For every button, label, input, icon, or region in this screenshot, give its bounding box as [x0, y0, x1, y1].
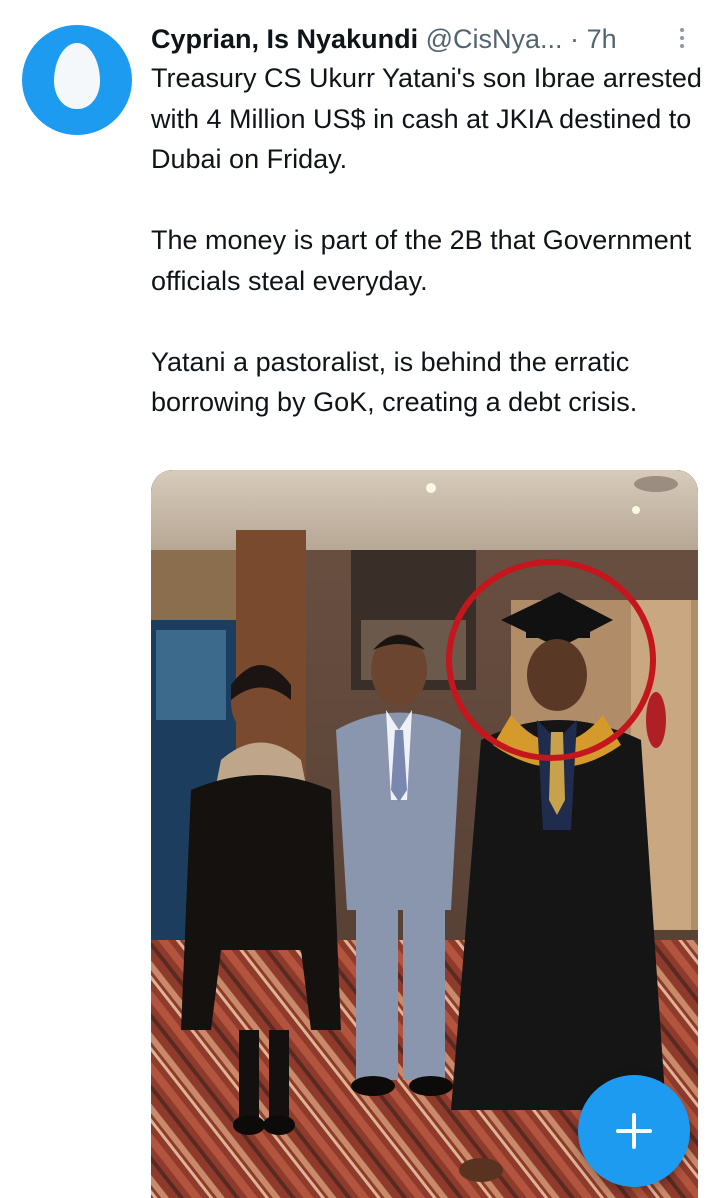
more-options-icon[interactable]	[675, 26, 689, 56]
tweet-header: Cyprian, Is Nyakundi @CisNya... · 7h	[151, 20, 701, 60]
tweet-paragraph: Treasury CS Ukurr Yatani's son Ibrae arr…	[151, 63, 702, 174]
tweet-paragraph: Yatani a pastoralist, is behind the erra…	[151, 346, 638, 418]
tweet-text: Treasury CS Ukurr Yatani's son Ibrae arr…	[151, 58, 706, 423]
timestamp[interactable]: 7h	[587, 24, 617, 54]
user-handle[interactable]: @CisNya...	[426, 24, 563, 54]
compose-plus-icon[interactable]	[578, 1075, 690, 1187]
separator-dot: ·	[570, 24, 580, 54]
avatar[interactable]	[22, 25, 132, 135]
default-egg-avatar-icon	[54, 43, 100, 109]
tweet-paragraph: The money is part of the 2B that Governm…	[151, 225, 692, 296]
display-name[interactable]: Cyprian, Is Nyakundi	[151, 24, 418, 54]
tweet[interactable]: Cyprian, Is Nyakundi @CisNya... · 7h Tre…	[0, 0, 714, 1198]
